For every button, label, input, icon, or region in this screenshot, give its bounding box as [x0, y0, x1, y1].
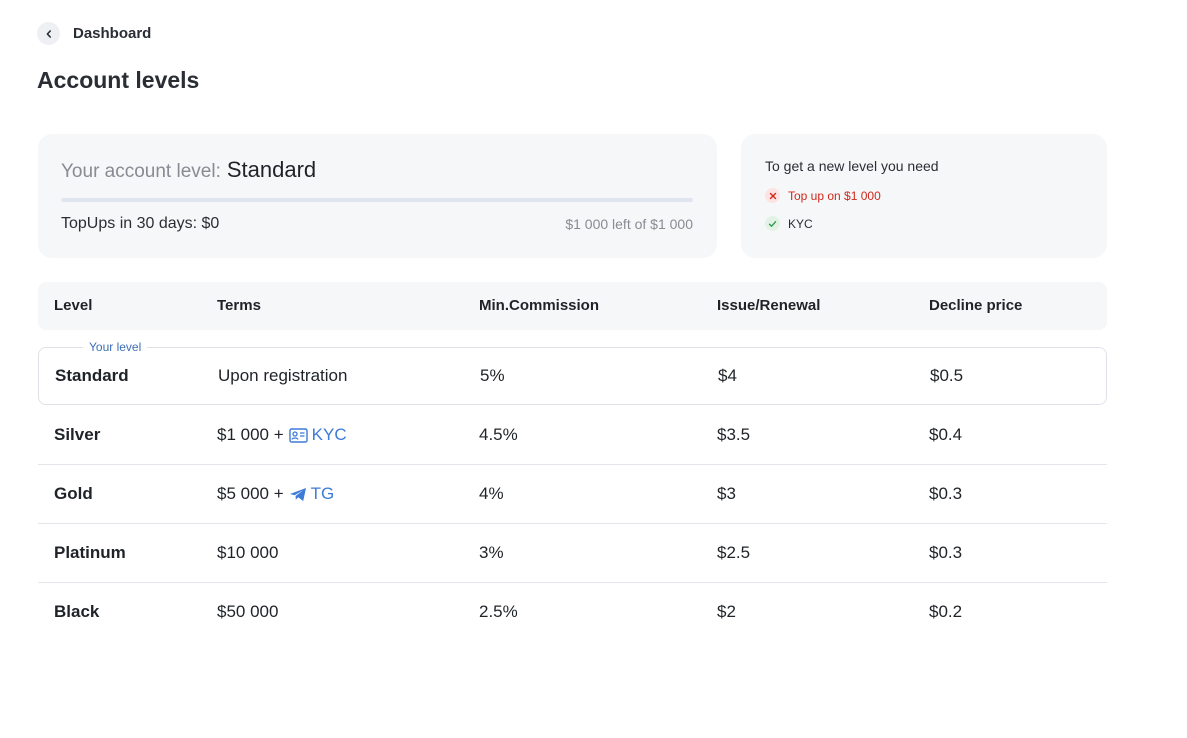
table-row-gold: Gold $5 000 + TG 4% $3 $0.3: [38, 465, 1107, 524]
level-commission: 4.5%: [479, 425, 518, 444]
next-level-requirements-card: To get a new level you need Top up on $1…: [741, 134, 1107, 258]
breadcrumb-label[interactable]: Dashboard: [73, 25, 151, 42]
level-terms: Upon registration: [218, 366, 348, 385]
level-name: Black: [54, 602, 100, 621]
level-commission: 4%: [479, 484, 504, 503]
level-decline-price: $0.5: [930, 366, 964, 385]
topup-progress-bar: [61, 198, 693, 202]
account-level-card: Your account level: Standard TopUps in 3…: [38, 134, 717, 258]
level-terms-cell: $5 000 + TG: [217, 484, 334, 504]
id-card-icon: [288, 427, 308, 443]
level-decline-price: $0.3: [929, 484, 963, 503]
account-levels-page: Dashboard Account levels Your account le…: [0, 0, 1187, 738]
table-row-platinum: Platinum $10 000 3% $2.5 $0.3: [38, 524, 1107, 583]
level-decline-price: $0.4: [929, 425, 963, 444]
levels-table-header: Level Terms Min.Commission Issue/Renewal…: [38, 282, 1107, 330]
your-level-badge: Your level: [83, 340, 148, 354]
chevron-left-icon: [46, 29, 51, 38]
level-decline-price: $0.3: [929, 543, 963, 562]
back-to-dashboard[interactable]: Dashboard: [37, 22, 151, 45]
account-level-line: Your account level: Standard: [61, 157, 316, 183]
header-level: Level: [54, 297, 93, 314]
kyc-link-label[interactable]: KYC: [312, 425, 347, 445]
table-row-silver: Silver $1 000 + KYC 4.5% $3.5 $0.4: [38, 406, 1107, 465]
level-terms-cell: $1 000 + KYC: [217, 425, 347, 445]
kyc-link[interactable]: KYC: [288, 425, 347, 445]
topups-remaining: $1 000 left of $1 000: [565, 216, 693, 232]
header-min-commission: Min.Commission: [479, 297, 600, 314]
level-commission: 2.5%: [479, 602, 518, 621]
level-issue-renewal: $2.5: [717, 543, 751, 562]
cross-icon: [765, 188, 780, 203]
telegram-link[interactable]: TG: [289, 484, 335, 504]
page-title: Account levels: [37, 67, 200, 93]
level-terms: $1 000 +: [217, 425, 284, 444]
header-decline-price: Decline price: [929, 297, 1023, 314]
level-commission: 5%: [480, 366, 505, 385]
level-issue-renewal: $4: [718, 366, 737, 385]
account-level-value: Standard: [226, 157, 317, 182]
level-terms: $5 000 +: [217, 484, 284, 503]
level-commission: 3%: [479, 543, 504, 562]
header-issue-renewal: Issue/Renewal: [717, 297, 821, 314]
account-level-prefix: Your account level:: [61, 161, 221, 182]
telegram-link-label[interactable]: TG: [311, 484, 335, 504]
requirement-kyc-label: KYC: [788, 216, 813, 231]
telegram-icon: [289, 487, 306, 501]
requirement-topup-label: Top up on $1 000: [788, 188, 881, 203]
requirement-topup: Top up on $1 000: [765, 188, 881, 203]
level-decline-price: $0.2: [929, 602, 963, 621]
level-name: Platinum: [54, 543, 126, 562]
requirement-kyc: KYC: [765, 216, 813, 231]
header-terms: Terms: [217, 297, 261, 314]
level-name: Silver: [54, 425, 101, 444]
level-terms: $50 000: [217, 602, 279, 621]
level-issue-renewal: $3.5: [717, 425, 751, 444]
table-row-standard: Your level Standard Upon registration 5%…: [38, 340, 1107, 405]
back-button[interactable]: [37, 22, 60, 45]
requirements-title: To get a new level you need: [765, 158, 939, 174]
table-row-black: Black $50 000 2.5% $2 $0.2: [38, 583, 1107, 642]
level-name: Gold: [54, 484, 93, 503]
level-issue-renewal: $3: [717, 484, 736, 503]
check-icon: [765, 216, 780, 231]
level-name: Standard: [55, 366, 129, 385]
level-terms: $10 000: [217, 543, 279, 562]
level-issue-renewal: $2: [717, 602, 736, 621]
topups-summary: TopUps in 30 days: $0: [61, 215, 220, 232]
